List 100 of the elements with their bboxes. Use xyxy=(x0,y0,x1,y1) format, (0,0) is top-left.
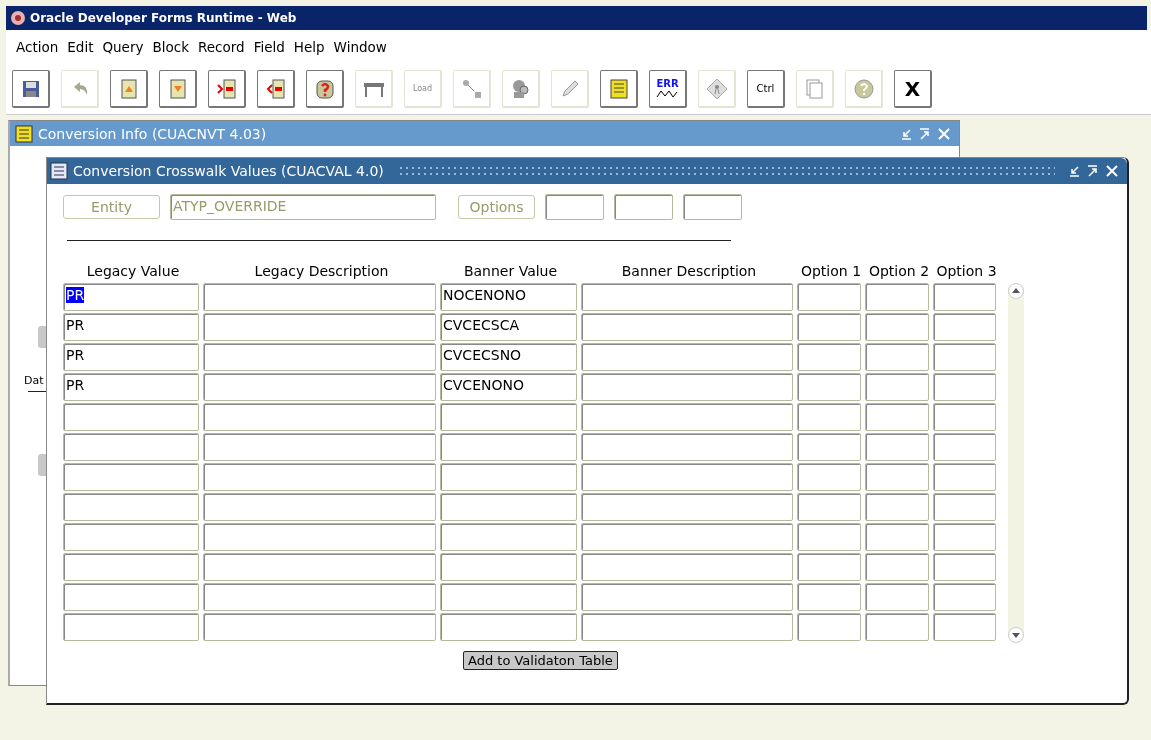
table-cell[interactable] xyxy=(581,283,793,311)
table-cell[interactable] xyxy=(63,493,199,521)
window-controls-icon[interactable] xyxy=(899,126,953,141)
table-cell[interactable] xyxy=(581,343,793,371)
table-cell[interactable] xyxy=(865,403,929,431)
table-cell[interactable] xyxy=(203,583,436,611)
menu-item[interactable]: Record xyxy=(198,39,245,55)
toolbar-button[interactable] xyxy=(306,70,344,108)
table-cell[interactable] xyxy=(63,403,199,431)
menu-item[interactable]: Query xyxy=(102,39,144,55)
toolbar-button[interactable] xyxy=(12,70,50,108)
table-cell[interactable] xyxy=(797,613,861,641)
table-cell[interactable] xyxy=(933,463,996,491)
table-cell[interactable] xyxy=(865,523,929,551)
table-cell[interactable] xyxy=(797,463,861,491)
table-cell[interactable] xyxy=(865,613,929,641)
table-cell[interactable] xyxy=(797,523,861,551)
table-cell[interactable]: PR xyxy=(63,373,199,401)
table-cell[interactable] xyxy=(440,613,577,641)
table-cell[interactable]: PR xyxy=(63,283,199,311)
table-cell[interactable] xyxy=(797,553,861,581)
table-cell[interactable] xyxy=(865,343,929,371)
menu-item[interactable]: Field xyxy=(253,39,285,55)
table-cell[interactable] xyxy=(797,493,861,521)
table-cell[interactable]: CVCECSCA xyxy=(440,313,577,341)
option-field[interactable] xyxy=(683,194,742,220)
table-cell[interactable] xyxy=(581,463,793,491)
table-cell[interactable] xyxy=(581,433,793,461)
table-cell[interactable]: NOCENONO xyxy=(440,283,577,311)
option-field[interactable] xyxy=(545,194,604,220)
toolbar-button[interactable] xyxy=(110,70,148,108)
table-cell[interactable] xyxy=(63,463,199,491)
table-cell[interactable] xyxy=(933,613,996,641)
toolbar-button[interactable]: Ctrl xyxy=(747,70,785,108)
table-cell[interactable] xyxy=(63,613,199,641)
menu-item[interactable]: Help xyxy=(293,39,325,55)
table-cell[interactable] xyxy=(581,553,793,581)
table-cell[interactable] xyxy=(63,433,199,461)
table-cell[interactable] xyxy=(797,343,861,371)
table-cell[interactable] xyxy=(933,553,996,581)
table-cell[interactable] xyxy=(865,493,929,521)
table-cell[interactable] xyxy=(865,283,929,311)
table-cell[interactable] xyxy=(933,583,996,611)
table-cell[interactable] xyxy=(581,493,793,521)
table-cell[interactable] xyxy=(203,313,436,341)
table-cell[interactable] xyxy=(797,313,861,341)
table-cell[interactable] xyxy=(797,283,861,311)
table-cell[interactable] xyxy=(440,553,577,581)
toolbar-button[interactable]: X xyxy=(894,70,932,108)
menu-item[interactable]: Window xyxy=(333,39,387,55)
toolbar-button[interactable]: ERR xyxy=(649,70,687,108)
table-cell[interactable] xyxy=(933,283,996,311)
table-cell[interactable] xyxy=(203,523,436,551)
table-cell[interactable] xyxy=(203,493,436,521)
table-cell[interactable] xyxy=(797,433,861,461)
table-cell[interactable] xyxy=(203,283,436,311)
table-cell[interactable] xyxy=(933,403,996,431)
table-cell[interactable] xyxy=(440,403,577,431)
table-cell[interactable] xyxy=(865,373,929,401)
toolbar-button[interactable] xyxy=(159,70,197,108)
table-cell[interactable] xyxy=(440,583,577,611)
table-cell[interactable] xyxy=(581,613,793,641)
table-cell[interactable]: PR xyxy=(63,313,199,341)
table-cell[interactable] xyxy=(797,373,861,401)
scroll-up-icon[interactable] xyxy=(1008,283,1024,299)
table-cell[interactable] xyxy=(203,463,436,491)
add-to-table-button[interactable]: Add to Validaton Table xyxy=(463,651,618,670)
table-cell[interactable] xyxy=(933,433,996,461)
table-cell[interactable] xyxy=(865,553,929,581)
menu-item[interactable]: Action xyxy=(16,39,59,55)
table-cell[interactable] xyxy=(865,583,929,611)
table-cell[interactable] xyxy=(581,583,793,611)
table-cell[interactable]: CVCECSNO xyxy=(440,343,577,371)
table-cell[interactable] xyxy=(581,373,793,401)
menu-item[interactable]: Edit xyxy=(67,39,94,55)
table-cell[interactable] xyxy=(63,523,199,551)
table-cell[interactable] xyxy=(865,433,929,461)
table-cell[interactable] xyxy=(933,523,996,551)
table-cell[interactable] xyxy=(203,613,436,641)
table-cell[interactable] xyxy=(797,583,861,611)
table-cell[interactable] xyxy=(933,313,996,341)
window-controls-icon[interactable] xyxy=(1067,164,1121,178)
table-cell[interactable] xyxy=(203,373,436,401)
table-cell[interactable]: PR xyxy=(63,343,199,371)
table-cell[interactable] xyxy=(933,493,996,521)
table-cell[interactable] xyxy=(581,523,793,551)
table-cell[interactable] xyxy=(203,343,436,371)
toolbar-button[interactable] xyxy=(600,70,638,108)
table-cell[interactable] xyxy=(203,553,436,581)
table-cell[interactable] xyxy=(203,433,436,461)
table-cell[interactable] xyxy=(865,313,929,341)
table-cell[interactable] xyxy=(440,433,577,461)
table-cell[interactable] xyxy=(440,523,577,551)
toolbar-button[interactable] xyxy=(208,70,246,108)
table-cell[interactable] xyxy=(933,373,996,401)
table-cell[interactable] xyxy=(865,463,929,491)
table-cell[interactable] xyxy=(63,553,199,581)
toolbar-button[interactable] xyxy=(257,70,295,108)
table-cell[interactable] xyxy=(581,313,793,341)
table-cell[interactable] xyxy=(440,493,577,521)
